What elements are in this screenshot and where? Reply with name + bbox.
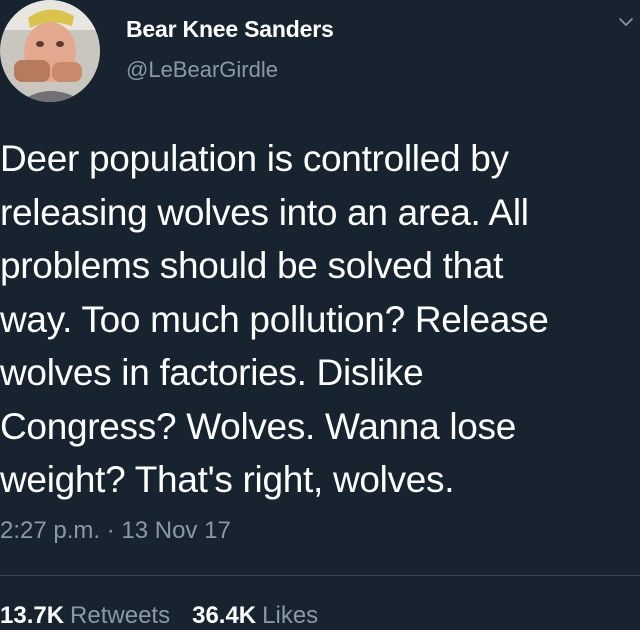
chevron-down-icon[interactable] — [618, 14, 634, 30]
tweet-text-line: Deer population is controlled by — [0, 138, 509, 179]
tweet-text-line: releasing wolves into an area. All — [0, 191, 529, 233]
avatar[interactable] — [0, 0, 100, 102]
divider — [0, 575, 640, 576]
tweet-text-line: wolves in factories. Dislike — [0, 352, 424, 393]
retweets-label: Retweets — [70, 602, 171, 629]
likes-stat[interactable]: 36.4K Likes — [192, 602, 318, 629]
tweet-text-line: way. Too much pollution? Release — [0, 298, 549, 340]
tweet-text-line: problems should be solved that — [0, 245, 504, 286]
tweet-timestamp[interactable]: 2:27 p.m. · 13 Nov 17 — [0, 517, 231, 545]
author-display-name[interactable]: Bear Knee Sanders — [126, 16, 334, 43]
retweets-stat[interactable]: 13.7K Retweets — [0, 602, 170, 629]
engagement-stats: 13.7K Retweets 36.4K Likes — [0, 602, 318, 630]
author-handle[interactable]: @LeBearGirdle — [126, 57, 278, 83]
tweet-text: Deer population is controlled by releasi… — [0, 132, 640, 507]
retweets-count: 13.7K — [0, 602, 65, 629]
tweet-text-line: weight? That's right, wolves. — [0, 459, 455, 500]
likes-label: Likes — [262, 602, 319, 629]
profile-photo-icon — [0, 0, 100, 102]
tweet-text-line: Congress? Wolves. Wanna lose — [0, 405, 517, 447]
likes-count: 36.4K — [192, 602, 257, 629]
